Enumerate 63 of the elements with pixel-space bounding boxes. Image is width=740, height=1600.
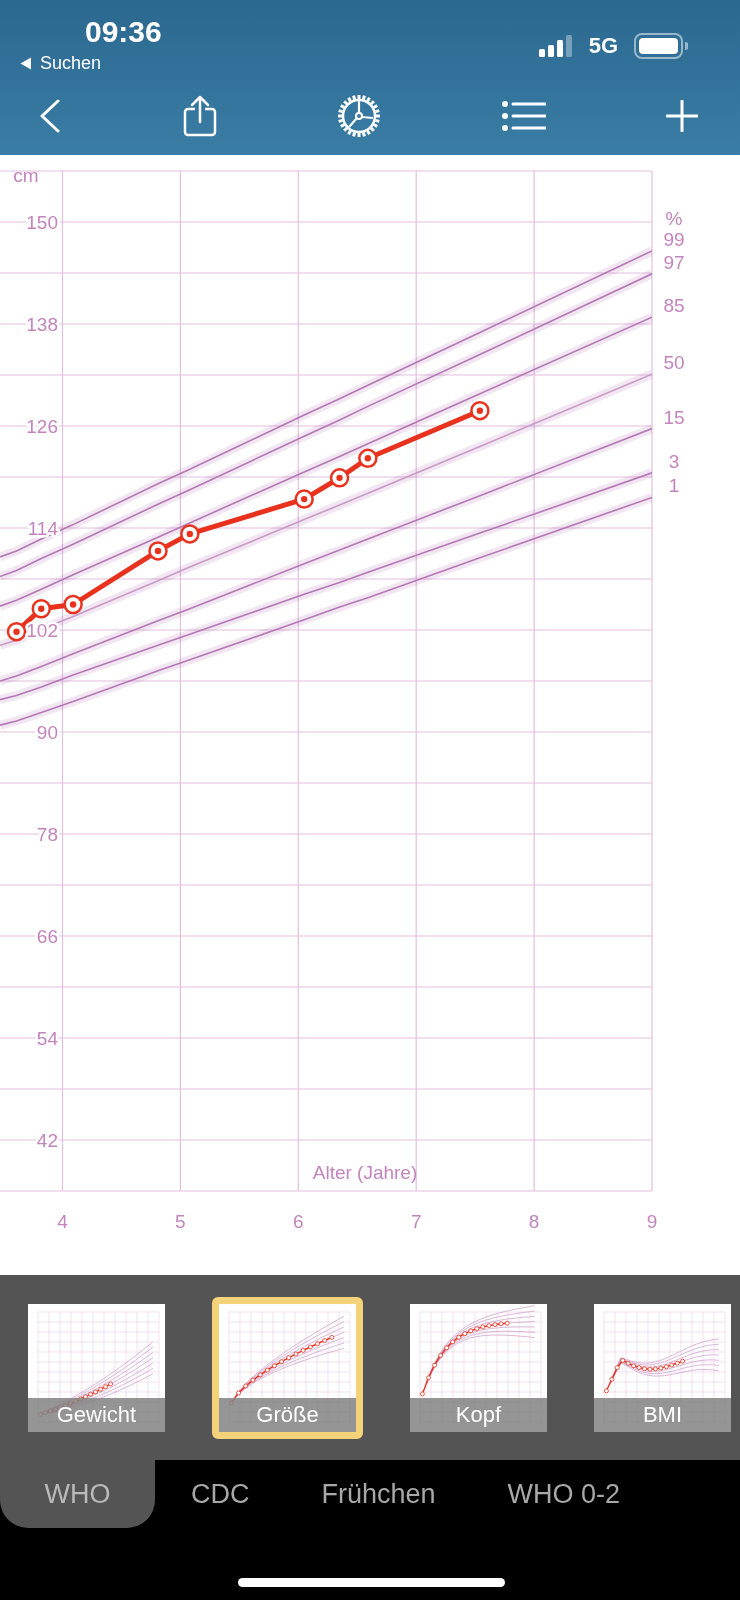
y-axis-label: 150 [26,212,58,233]
x-axis-label: 6 [293,1211,304,1232]
data-point [315,1340,320,1346]
tab[interactable]: WHO [0,1460,155,1528]
percentile-label: 99 [663,228,685,250]
status-time: 09:36 [85,14,162,50]
y-axis-label: 138 [26,314,58,335]
x-axis-label: 7 [410,1211,422,1232]
back-icon [38,99,62,133]
signal-icon [538,35,573,57]
x-axis-label: 9 [646,1211,658,1232]
x-axis-label: 4 [57,1211,68,1232]
percentile-label: 15 [663,406,685,428]
y-axis-label: 126 [26,416,58,437]
y-axis-label: 78 [36,824,58,845]
x-axis-title: Alter (Jahre) [312,1162,418,1183]
y-axis-label: 66 [36,926,58,947]
data-point[interactable] [294,489,314,509]
tab[interactable]: Frühchen [285,1460,472,1528]
tab[interactable]: WHO 0-2 [471,1460,657,1528]
chart-thumbnail[interactable]: Größe [212,1296,363,1439]
y-axis-unit: cm [13,165,39,186]
data-point [272,1362,277,1368]
percentile-label: 97 [663,251,685,273]
data-point [438,1352,443,1358]
data-point[interactable] [63,594,83,615]
settings-button[interactable] [335,92,383,140]
data-point[interactable] [31,599,51,619]
y-axis-label: 114 [27,518,58,539]
share-icon [182,95,217,137]
percentile-label: 1 [668,475,680,497]
y-axis-label: 42 [36,1130,58,1151]
menu-icon [501,101,546,131]
triangle-icon [20,56,32,70]
data-point [609,1376,615,1382]
percentile-label: 3 [668,450,680,472]
data-point [420,1391,425,1396]
percentile-header: % [665,208,683,229]
x-axis-label: 5 [175,1211,186,1232]
add-icon [666,100,698,132]
data-point[interactable] [6,621,27,642]
data-point [432,1362,437,1368]
percentile-label: 50 [663,352,685,374]
data-point [604,1387,609,1393]
data-point[interactable] [148,541,168,561]
data-point[interactable] [180,524,200,544]
data-point[interactable] [470,400,490,421]
menu-button[interactable] [499,99,548,133]
settings-icon [337,94,381,138]
percentile-label: 85 [663,295,685,317]
data-point[interactable] [358,448,378,469]
x-axis-label: 8 [528,1211,540,1232]
data-point[interactable] [329,468,350,488]
data-point [236,1390,241,1395]
network-type: 5G [588,33,618,59]
tab[interactable]: CDC [155,1460,286,1528]
chart-thumbnail[interactable]: Kopf [410,1303,547,1432]
data-point [426,1374,431,1380]
y-axis-label: 54 [36,1028,58,1049]
y-axis-label: 90 [36,722,58,743]
add-button[interactable] [664,98,700,134]
back-to-app-link[interactable]: Suchen [20,52,102,74]
battery-icon [634,33,688,59]
